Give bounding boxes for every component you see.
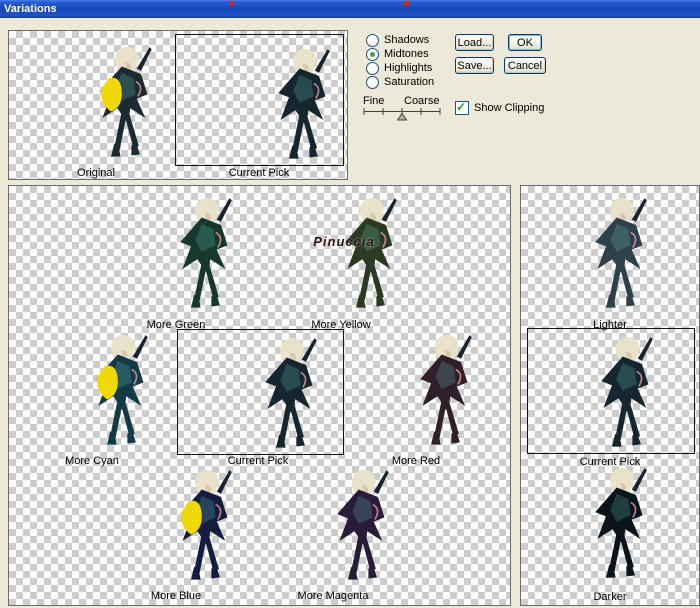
titlebar[interactable]: Variations <box>0 0 700 18</box>
checkbox-icon: ✓ <box>455 100 469 115</box>
radio-icon <box>366 76 379 89</box>
character-thumbnail <box>95 334 149 446</box>
titlebar-red-mark-2 <box>404 1 409 6</box>
tile-label-darker: Darker <box>593 591 627 603</box>
original-preview-panel: Original Current Pick <box>8 30 348 180</box>
variation-tile-current-pick[interactable] <box>177 329 344 455</box>
variation-tile-more-cyan[interactable] <box>42 331 149 451</box>
watermark-text: Pinuccia <box>313 234 375 249</box>
check-icon: ✓ <box>456 100 467 114</box>
tile-label-current-pick-top: Current Pick <box>228 167 290 179</box>
window-title: Variations <box>4 3 57 15</box>
character-thumbnail <box>594 467 648 579</box>
tile-label-more-blue: More Blue <box>150 590 202 602</box>
slider-label-coarse: Coarse <box>404 95 440 107</box>
radio-label-highlights: Highlights <box>384 62 433 74</box>
variation-tile-more-green[interactable] <box>126 194 233 314</box>
variation-tile-current-pick-right[interactable] <box>527 328 695 454</box>
radio-saturation[interactable]: Saturation <box>366 76 434 89</box>
radio-midtones[interactable]: Midtones <box>366 48 429 61</box>
character-thumbnail <box>263 337 318 449</box>
variations-grid-panel: More Green Pinuccia More Yellow More Cya… <box>8 185 511 606</box>
variation-tile-more-magenta[interactable] <box>283 466 390 586</box>
show-clipping-label: Show Clipping <box>474 101 545 114</box>
character-thumbnail <box>179 469 233 581</box>
variation-tile-darker[interactable] <box>555 464 655 584</box>
character-thumbnail <box>594 197 648 309</box>
tile-label-original: Original <box>77 167 115 179</box>
radio-label-saturation: Saturation <box>384 76 435 88</box>
variation-tile-more-blue[interactable] <box>126 466 233 586</box>
radio-icon <box>366 62 379 75</box>
radio-label-midtones: Midtones <box>384 48 429 60</box>
save-button[interactable]: Save... <box>455 57 494 74</box>
load-button[interactable]: Load... <box>455 34 494 51</box>
radio-shadows[interactable]: Shadows <box>366 34 429 47</box>
titlebar-red-mark-1 <box>229 1 234 6</box>
tile-label-more-magenta: More Magenta <box>297 590 369 602</box>
ok-button[interactable]: OK <box>508 34 542 51</box>
character-thumbnail <box>276 48 331 160</box>
variation-tile-more-red[interactable] <box>366 331 473 451</box>
show-clipping-checkbox[interactable]: ✓ Show Clipping <box>455 100 545 115</box>
radio-icon <box>366 34 379 47</box>
tile-original[interactable] <box>41 41 153 163</box>
variations-dialog: Variations Original Current Pick Shadows… <box>0 0 700 608</box>
variation-tile-more-yellow[interactable] <box>291 194 398 314</box>
character-thumbnail <box>600 336 654 448</box>
radio-highlights[interactable]: Highlights <box>366 62 432 75</box>
cancel-button[interactable]: Cancel <box>504 57 546 74</box>
variation-tile-lighter[interactable] <box>555 194 655 314</box>
slider-label-fine: Fine <box>363 95 385 107</box>
character-thumbnail <box>419 334 473 446</box>
fine-coarse-slider[interactable] <box>363 107 441 121</box>
character-thumbnail <box>99 46 153 158</box>
slider-thumb-icon <box>396 112 408 121</box>
radio-icon <box>366 48 379 61</box>
character-thumbnail <box>179 197 233 309</box>
tile-current-pick-top[interactable] <box>175 34 344 166</box>
character-thumbnail <box>336 469 390 581</box>
radio-label-shadows: Shadows <box>384 34 430 46</box>
brightness-panel: Lighter Current Pick Darker <box>520 185 700 606</box>
character-thumbnail <box>344 197 398 309</box>
